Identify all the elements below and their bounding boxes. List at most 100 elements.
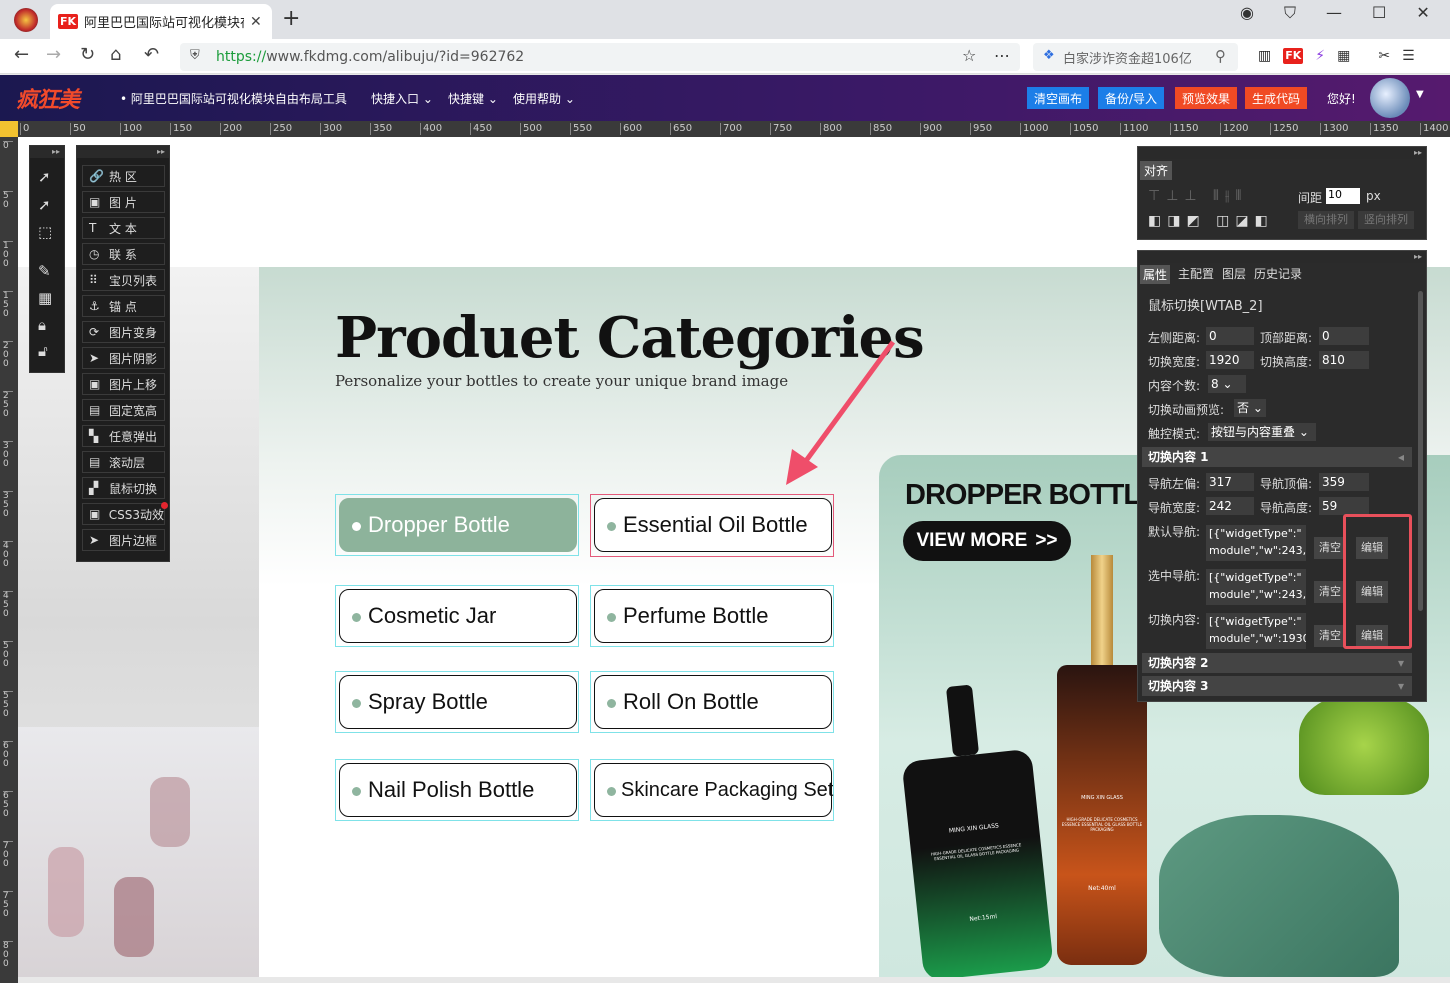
lock-icon[interactable]: 🔒︎ [38,316,46,334]
nav-top-input[interactable]: 359 [1319,473,1369,491]
switch-content-3-header[interactable]: 切换内容 3 ▾ [1142,676,1412,696]
nav-button[interactable]: Essential Oil Bottle [594,498,832,552]
tool-item[interactable]: ➤ 图片边框 [82,529,165,551]
tool-item[interactable]: ▚ 任意弹出 [82,425,165,447]
preview-button[interactable]: 预览效果 [1175,87,1238,109]
avatar-dropdown-icon[interactable]: ▼ [1416,89,1424,100]
nav-dropper-bottle[interactable]: Dropper Bottle [335,494,579,556]
ruler-icon[interactable]: ✎ [38,262,51,280]
fk-extension-icon[interactable]: FK [1283,48,1304,64]
nav-button[interactable]: Skincare Packaging Set [594,763,833,817]
tool-item[interactable]: 🔗 热 区 [82,165,165,187]
reload-icon[interactable]: ↻ [80,44,95,65]
clear-selected-nav-button[interactable]: 清空 [1314,581,1346,603]
menu-help[interactable]: 使用帮助 ⌄ [513,90,575,107]
tool-item[interactable]: ➤ 图片阴影 [82,347,165,369]
selected-nav-input[interactable]: [{"widgetType":" module","w":243, [1206,569,1306,605]
grid-icon[interactable]: ▦ [38,289,52,307]
browser-logo-icon[interactable] [14,8,38,32]
nav-skincare-packaging-set[interactable]: Skincare Packaging Set [590,759,834,821]
nav-essential-oil-bottle[interactable]: Essential Oil Bottle [590,494,834,557]
select-arrow-icon[interactable]: ➚ [38,168,51,186]
nav-height-input[interactable]: 59 [1319,497,1369,515]
nav-button[interactable]: Roll On Bottle [594,675,832,729]
nav-roll-on-bottle[interactable]: Roll On Bottle [590,671,834,733]
switch-height-input[interactable]: 810 [1319,351,1369,369]
nav-spray-bottle[interactable]: Spray Bottle [335,671,579,733]
transform-icon[interactable]: ⬚ [38,223,52,241]
clear-switch-content-button[interactable]: 清空 [1314,625,1346,647]
tool-item[interactable]: ▤ 滚动层 [82,451,165,473]
scissors-icon[interactable]: ✂ [1378,48,1390,64]
switch-content-1-header[interactable]: 切换内容 1 ◂ [1142,447,1412,467]
spacing-input[interactable]: 10 [1326,188,1360,204]
undo-icon[interactable]: ↶ [144,44,159,65]
nav-button[interactable]: Dropper Bottle [339,498,577,552]
minimize-icon[interactable]: — [1326,3,1342,23]
tool-item[interactable]: ▣ 图 片 [82,191,165,213]
tab-main-config[interactable]: 主配置 [1178,265,1214,284]
new-tab-icon[interactable]: + [282,6,300,31]
nav-button[interactable]: Cosmetic Jar [339,589,577,643]
more-icon[interactable]: ⋯ [994,46,1010,65]
shield-icon[interactable]: ⛨ [190,48,200,63]
touch-mode-select[interactable]: 按钮与内容重叠 ⌄ [1208,423,1316,441]
nav-button[interactable]: Spray Bottle [339,675,577,729]
tool-item[interactable]: ⠿ 宝贝列表 [82,269,165,291]
horizontal-arrange-button[interactable]: 横向排列 [1298,211,1354,229]
maximize-icon[interactable]: ☐ [1372,3,1386,23]
avatar[interactable] [1370,78,1410,118]
nav-perfume-bottle[interactable]: Perfume Bottle [590,585,834,647]
generate-code-button[interactable]: 生成代码 [1245,87,1308,109]
tab-history[interactable]: 历史记录 [1254,265,1302,284]
nav-button[interactable]: Nail Polish Bottle [339,763,577,817]
star-icon[interactable]: ☆ [962,46,976,65]
lightning-icon[interactable]: ⚡ [1315,48,1325,64]
backup-import-button[interactable]: 备份/导入 [1098,87,1165,109]
nav-button[interactable]: Perfume Bottle [594,589,832,643]
browser-search-field[interactable]: ❖ 白家涉诈资金超106亿 ⚲ [1033,43,1238,71]
tool-item[interactable]: ▞ 鼠标切换 [82,477,165,499]
forward-icon[interactable]: → [46,44,61,65]
tool-item[interactable]: ⟳ 图片变身 [82,321,165,343]
search-icon[interactable]: ⚲ [1215,47,1226,65]
nav-left-input[interactable]: 317 [1206,473,1254,491]
menu-shortcut-entry[interactable]: 快捷入口 ⌄ [371,90,433,107]
direct-select-icon[interactable]: ➚ [38,196,51,214]
default-nav-input[interactable]: [{"widgetType":" module","w":243, [1206,525,1306,561]
nav-nail-polish-bottle[interactable]: Nail Polish Bottle [335,759,579,821]
view-more-button[interactable]: VIEW MORE >> [903,521,1071,561]
animation-preview-select[interactable]: 否 ⌄ [1234,399,1266,417]
apps-icon[interactable]: ▦ [1337,48,1350,64]
panel-scrollbar[interactable] [1418,291,1423,611]
switch-width-input[interactable]: 1920 [1206,351,1254,369]
panel-collapse-icon[interactable]: ▸▸ [1138,147,1426,159]
home-icon[interactable]: ⌂ [110,44,121,65]
tool-item[interactable]: ▤ 固定宽高 [82,399,165,421]
nav-width-input[interactable]: 242 [1206,497,1254,515]
tool-item[interactable]: ▣ 图片上移 [82,373,165,395]
top-distance-input[interactable]: 0 [1319,327,1369,345]
left-distance-input[interactable]: 0 [1206,327,1254,345]
url-field[interactable]: ⛨ https://www.fkdmg.com/alibuju/?id=9627… [180,43,1020,71]
nav-cosmetic-jar[interactable]: Cosmetic Jar [335,585,579,647]
clear-default-nav-button[interactable]: 清空 [1314,537,1346,559]
vertical-arrange-button[interactable]: 竖向排列 [1358,211,1414,229]
panel-collapse-icon[interactable]: ▸▸ [30,146,64,158]
switch-content-2-header[interactable]: 切换内容 2 ▾ [1142,653,1412,673]
shirt-icon[interactable]: ⛉ [1284,3,1296,23]
close-tab-icon[interactable]: ✕ [250,14,262,30]
clear-canvas-button[interactable]: 清空画布 [1027,87,1090,109]
back-icon[interactable]: ← [14,44,29,65]
tab-layers[interactable]: 图层 [1222,265,1246,284]
menu-icon[interactable]: ☰ [1402,48,1415,64]
tool-item[interactable]: ⚓ 锚 点 [82,295,165,317]
panel-collapse-icon[interactable]: ▸▸ [1138,251,1426,263]
panel-collapse-icon[interactable]: ▸▸ [77,146,169,158]
content-count-select[interactable]: 8 ⌄ [1208,375,1246,393]
close-window-icon[interactable]: ✕ [1416,3,1429,23]
account-icon[interactable]: ◉ [1240,3,1254,23]
tool-item[interactable]: ◷ 联 系 [82,243,165,265]
library-icon[interactable]: ▥ [1258,48,1271,64]
tab-properties[interactable]: 属性 [1140,265,1171,284]
